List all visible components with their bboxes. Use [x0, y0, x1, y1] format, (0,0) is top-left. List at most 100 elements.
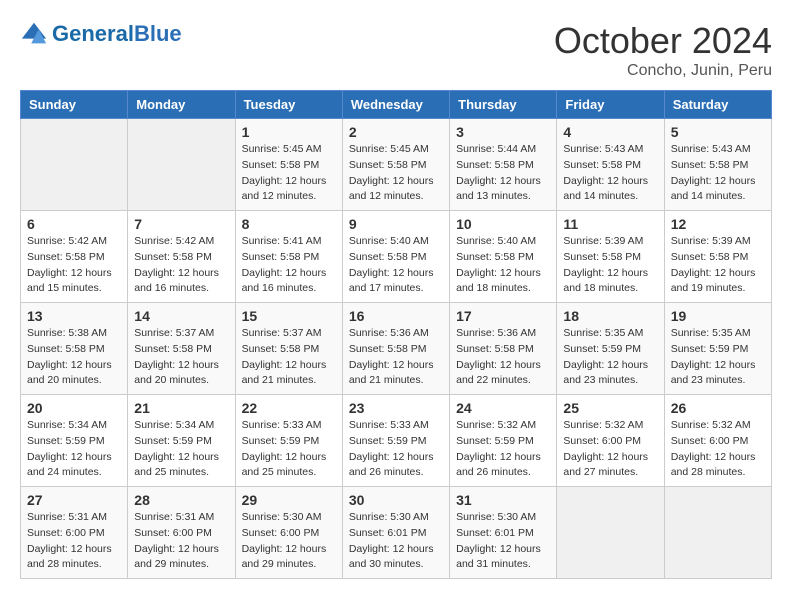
logo-icon	[20, 20, 48, 48]
day-number: 22	[242, 400, 336, 416]
day-number: 1	[242, 124, 336, 140]
cell-4-4: 31 Sunrise: 5:30 AMSunset: 6:01 PMDayligh…	[450, 487, 557, 579]
day-info: Sunrise: 5:30 AMSunset: 6:00 PMDaylight:…	[242, 510, 336, 573]
logo-general: General	[52, 21, 134, 46]
day-number: 14	[134, 308, 228, 324]
cell-0-6: 5 Sunrise: 5:43 AMSunset: 5:58 PMDaylight…	[664, 119, 771, 211]
day-info: Sunrise: 5:36 AMSunset: 5:58 PMDaylight:…	[456, 326, 550, 389]
header-row: Sunday Monday Tuesday Wednesday Thursday…	[21, 91, 772, 119]
cell-2-5: 18 Sunrise: 5:35 AMSunset: 5:59 PMDayligh…	[557, 303, 664, 395]
day-number: 12	[671, 216, 765, 232]
week-row-2: 6 Sunrise: 5:42 AMSunset: 5:58 PMDaylight…	[21, 211, 772, 303]
day-number: 4	[563, 124, 657, 140]
day-number: 25	[563, 400, 657, 416]
day-number: 10	[456, 216, 550, 232]
cell-2-6: 19Sunrise: 5:35 AMSunset: 5:59 PMDayligh…	[664, 303, 771, 395]
day-info: Sunrise: 5:42 AMSunset: 5:58 PMDaylight:…	[134, 234, 228, 297]
cell-1-2: 8 Sunrise: 5:41 AMSunset: 5:58 PMDaylight…	[235, 211, 342, 303]
col-friday: Friday	[557, 91, 664, 119]
day-info: Sunrise: 5:38 AMSunset: 5:58 PMDaylight:…	[27, 326, 121, 389]
cell-4-5	[557, 487, 664, 579]
day-info: Sunrise: 5:34 AMSunset: 5:59 PMDaylight:…	[134, 418, 228, 481]
cell-4-2: 29 Sunrise: 5:30 AMSunset: 6:00 PMDayligh…	[235, 487, 342, 579]
day-number: 6	[27, 216, 121, 232]
day-number: 23	[349, 400, 443, 416]
day-number: 18	[563, 308, 657, 324]
cell-3-3: 23 Sunrise: 5:33 AMSunset: 5:59 PMDayligh…	[342, 395, 449, 487]
cell-2-2: 15Sunrise: 5:37 AMSunset: 5:58 PMDayligh…	[235, 303, 342, 395]
day-number: 17	[456, 308, 550, 324]
day-number: 27	[27, 492, 121, 508]
cell-4-3: 30 Sunrise: 5:30 AMSunset: 6:01 PMDayligh…	[342, 487, 449, 579]
week-row-4: 20 Sunrise: 5:34 AMSunset: 5:59 PMDayligh…	[21, 395, 772, 487]
page-header: GeneralBlue October 2024 Concho, Junin, …	[20, 20, 772, 80]
day-info: Sunrise: 5:37 AMSunset: 5:58 PMDaylight:…	[134, 326, 228, 389]
day-number: 11	[563, 216, 657, 232]
cell-3-1: 21 Sunrise: 5:34 AMSunset: 5:59 PMDayligh…	[128, 395, 235, 487]
day-info: Sunrise: 5:41 AMSunset: 5:58 PMDaylight:…	[242, 234, 336, 297]
day-info: Sunrise: 5:35 AMSunset: 5:59 PMDaylight:…	[563, 326, 657, 389]
cell-3-6: 26Sunrise: 5:32 AMSunset: 6:00 PMDayligh…	[664, 395, 771, 487]
day-number: 24	[456, 400, 550, 416]
cell-3-5: 25Sunrise: 5:32 AMSunset: 6:00 PMDayligh…	[557, 395, 664, 487]
day-info: Sunrise: 5:43 AMSunset: 5:58 PMDaylight:…	[563, 142, 657, 205]
cell-0-0	[21, 119, 128, 211]
day-number: 2	[349, 124, 443, 140]
cell-1-0: 6 Sunrise: 5:42 AMSunset: 5:58 PMDaylight…	[21, 211, 128, 303]
cell-0-3: 2 Sunrise: 5:45 AMSunset: 5:58 PMDaylight…	[342, 119, 449, 211]
col-wednesday: Wednesday	[342, 91, 449, 119]
calendar-body: 1 Sunrise: 5:45 AMSunset: 5:58 PMDaylight…	[21, 119, 772, 579]
day-info: Sunrise: 5:35 AMSunset: 5:59 PMDaylight:…	[671, 326, 765, 389]
day-info: Sunrise: 5:32 AMSunset: 5:59 PMDaylight:…	[456, 418, 550, 481]
cell-0-4: 3Sunrise: 5:44 AMSunset: 5:58 PMDaylight…	[450, 119, 557, 211]
day-info: Sunrise: 5:37 AMSunset: 5:58 PMDaylight:…	[242, 326, 336, 389]
day-info: Sunrise: 5:43 AMSunset: 5:58 PMDaylight:…	[671, 142, 765, 205]
day-number: 30	[349, 492, 443, 508]
logo-blue: Blue	[134, 21, 182, 46]
day-number: 5	[671, 124, 765, 140]
month-title: October 2024	[554, 20, 772, 62]
day-info: Sunrise: 5:40 AMSunset: 5:58 PMDaylight:…	[456, 234, 550, 297]
day-info: Sunrise: 5:42 AMSunset: 5:58 PMDaylight:…	[27, 234, 121, 297]
cell-3-4: 24 Sunrise: 5:32 AMSunset: 5:59 PMDayligh…	[450, 395, 557, 487]
cell-1-1: 7 Sunrise: 5:42 AMSunset: 5:58 PMDaylight…	[128, 211, 235, 303]
day-info: Sunrise: 5:30 AMSunset: 6:01 PMDaylight:…	[349, 510, 443, 573]
cell-0-2: 1 Sunrise: 5:45 AMSunset: 5:58 PMDaylight…	[235, 119, 342, 211]
day-number: 31	[456, 492, 550, 508]
cell-2-0: 13Sunrise: 5:38 AMSunset: 5:58 PMDayligh…	[21, 303, 128, 395]
cell-3-0: 20 Sunrise: 5:34 AMSunset: 5:59 PMDayligh…	[21, 395, 128, 487]
cell-4-0: 27Sunrise: 5:31 AMSunset: 6:00 PMDayligh…	[21, 487, 128, 579]
day-info: Sunrise: 5:36 AMSunset: 5:58 PMDaylight:…	[349, 326, 443, 389]
day-number: 29	[242, 492, 336, 508]
title-block: October 2024 Concho, Junin, Peru	[554, 20, 772, 80]
cell-0-5: 4 Sunrise: 5:43 AMSunset: 5:58 PMDaylight…	[557, 119, 664, 211]
col-monday: Monday	[128, 91, 235, 119]
day-info: Sunrise: 5:33 AMSunset: 5:59 PMDaylight:…	[349, 418, 443, 481]
day-number: 9	[349, 216, 443, 232]
cell-3-2: 22 Sunrise: 5:33 AMSunset: 5:59 PMDayligh…	[235, 395, 342, 487]
day-info: Sunrise: 5:33 AMSunset: 5:59 PMDaylight:…	[242, 418, 336, 481]
day-info: Sunrise: 5:39 AMSunset: 5:58 PMDaylight:…	[563, 234, 657, 297]
calendar-table: Sunday Monday Tuesday Wednesday Thursday…	[20, 90, 772, 579]
cell-2-4: 17 Sunrise: 5:36 AMSunset: 5:58 PMDayligh…	[450, 303, 557, 395]
cell-2-1: 14 Sunrise: 5:37 AMSunset: 5:58 PMDayligh…	[128, 303, 235, 395]
day-info: Sunrise: 5:34 AMSunset: 5:59 PMDaylight:…	[27, 418, 121, 481]
cell-1-3: 9Sunrise: 5:40 AMSunset: 5:58 PMDaylight…	[342, 211, 449, 303]
day-number: 20	[27, 400, 121, 416]
day-number: 3	[456, 124, 550, 140]
day-number: 21	[134, 400, 228, 416]
cell-2-3: 16 Sunrise: 5:36 AMSunset: 5:58 PMDayligh…	[342, 303, 449, 395]
week-row-3: 13Sunrise: 5:38 AMSunset: 5:58 PMDayligh…	[21, 303, 772, 395]
day-info: Sunrise: 5:45 AMSunset: 5:58 PMDaylight:…	[242, 142, 336, 205]
day-info: Sunrise: 5:45 AMSunset: 5:58 PMDaylight:…	[349, 142, 443, 205]
week-row-5: 27Sunrise: 5:31 AMSunset: 6:00 PMDayligh…	[21, 487, 772, 579]
day-number: 8	[242, 216, 336, 232]
day-info: Sunrise: 5:39 AMSunset: 5:58 PMDaylight:…	[671, 234, 765, 297]
calendar-header: Sunday Monday Tuesday Wednesday Thursday…	[21, 91, 772, 119]
cell-1-6: 12 Sunrise: 5:39 AMSunset: 5:58 PMDayligh…	[664, 211, 771, 303]
day-number: 7	[134, 216, 228, 232]
day-number: 16	[349, 308, 443, 324]
day-info: Sunrise: 5:30 AMSunset: 6:01 PMDaylight:…	[456, 510, 550, 573]
col-tuesday: Tuesday	[235, 91, 342, 119]
logo-text: GeneralBlue	[52, 22, 182, 46]
